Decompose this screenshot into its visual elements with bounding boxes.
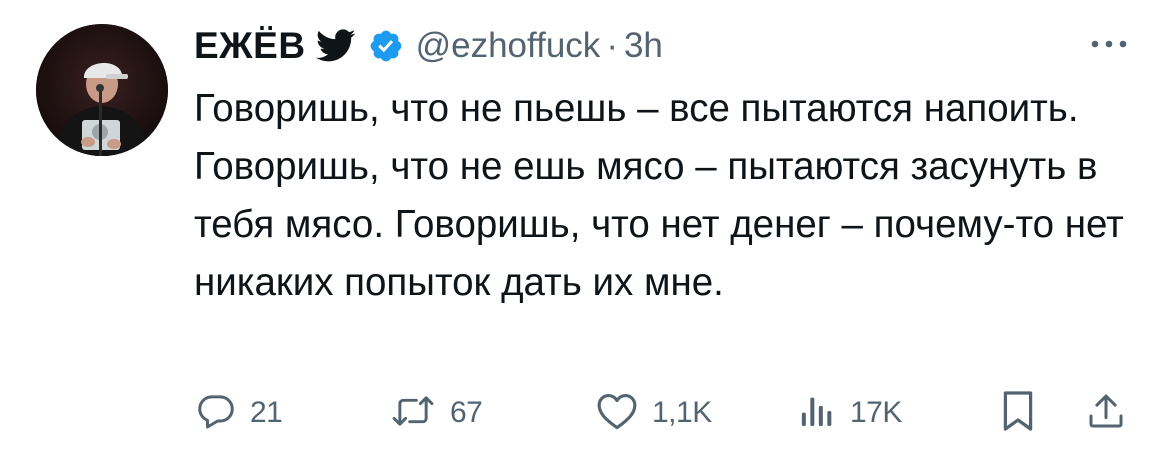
bookmark-icon bbox=[1000, 389, 1036, 438]
tweet[interactable]: ЕЖЁВ @ezhoffuck · 3h Говоришь, что не пь… bbox=[0, 0, 1170, 468]
separator-dot: · bbox=[606, 26, 618, 65]
share-icon bbox=[1086, 390, 1126, 437]
reply-icon bbox=[196, 391, 236, 436]
tweet-text: Говоришь, что не пьешь – все пытаются на… bbox=[194, 87, 1124, 304]
retweet-count: 67 bbox=[450, 396, 483, 429]
reply-button[interactable]: 21 bbox=[196, 388, 283, 438]
avatar[interactable] bbox=[36, 24, 168, 156]
views-count: 17K bbox=[850, 396, 902, 429]
tweet-actions: 21 67 1,1K 17K bbox=[194, 388, 1144, 438]
views-icon bbox=[796, 391, 836, 436]
share-button[interactable] bbox=[1086, 388, 1126, 438]
like-count: 1,1K bbox=[652, 396, 712, 429]
twitter-bird-icon bbox=[315, 29, 356, 63]
heart-icon bbox=[596, 391, 638, 436]
reply-count: 21 bbox=[250, 396, 283, 429]
display-name[interactable]: ЕЖЁВ bbox=[194, 25, 306, 67]
retweet-button[interactable]: 67 bbox=[390, 388, 483, 438]
like-button[interactable]: 1,1K bbox=[596, 388, 712, 438]
views-button[interactable]: 17K bbox=[796, 388, 902, 438]
author-handle[interactable]: @ezhoffuck bbox=[416, 26, 601, 66]
more-button[interactable] bbox=[1084, 30, 1134, 60]
more-dots-icon bbox=[1089, 36, 1129, 54]
verified-badge-icon bbox=[368, 28, 404, 64]
tweet-header: ЕЖЁВ @ezhoffuck · 3h bbox=[194, 20, 663, 72]
retweet-icon bbox=[390, 391, 436, 436]
tweet-time[interactable]: 3h bbox=[624, 26, 663, 66]
bookmark-button[interactable] bbox=[1000, 388, 1036, 438]
